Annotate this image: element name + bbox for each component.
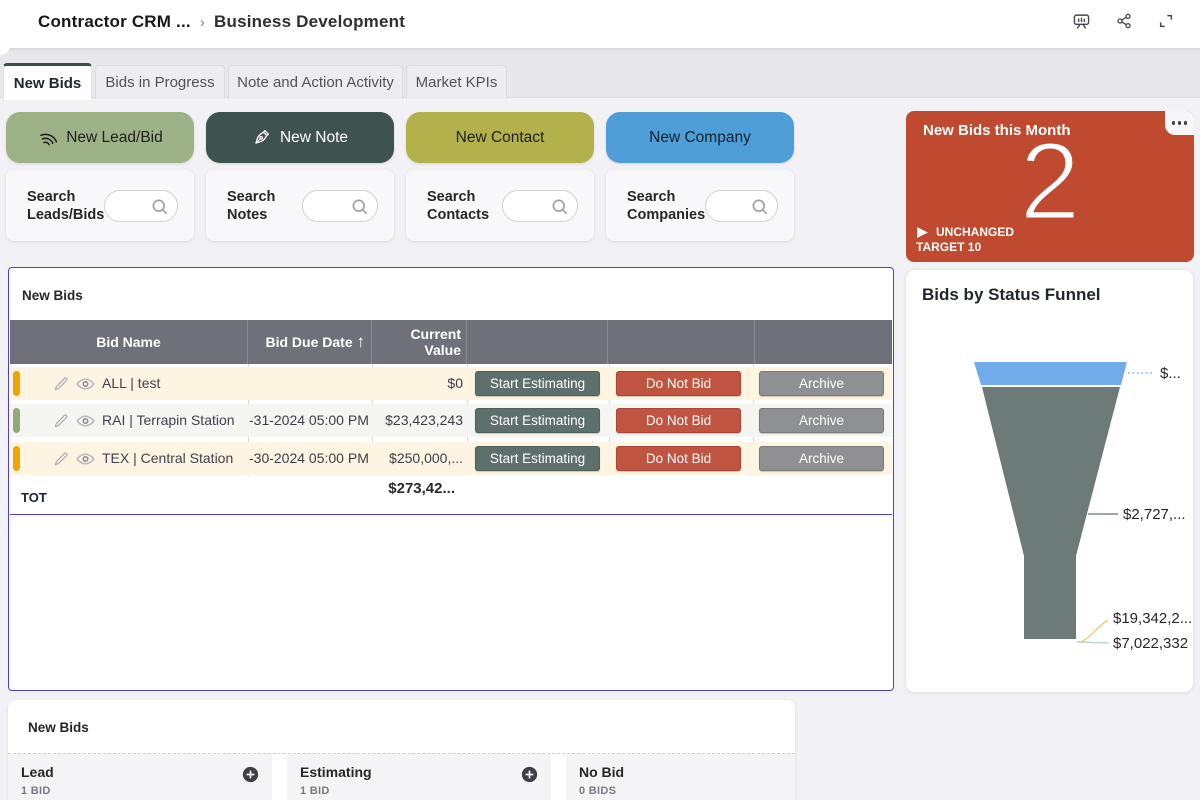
svg-text:$7,022,332: $7,022,332 (1113, 635, 1188, 652)
svg-text:$...: $... (1160, 365, 1181, 382)
svg-text:$2,727,...: $2,727,... (1123, 506, 1186, 523)
svg-text:$19,342,2...: $19,342,2... (1113, 610, 1192, 627)
